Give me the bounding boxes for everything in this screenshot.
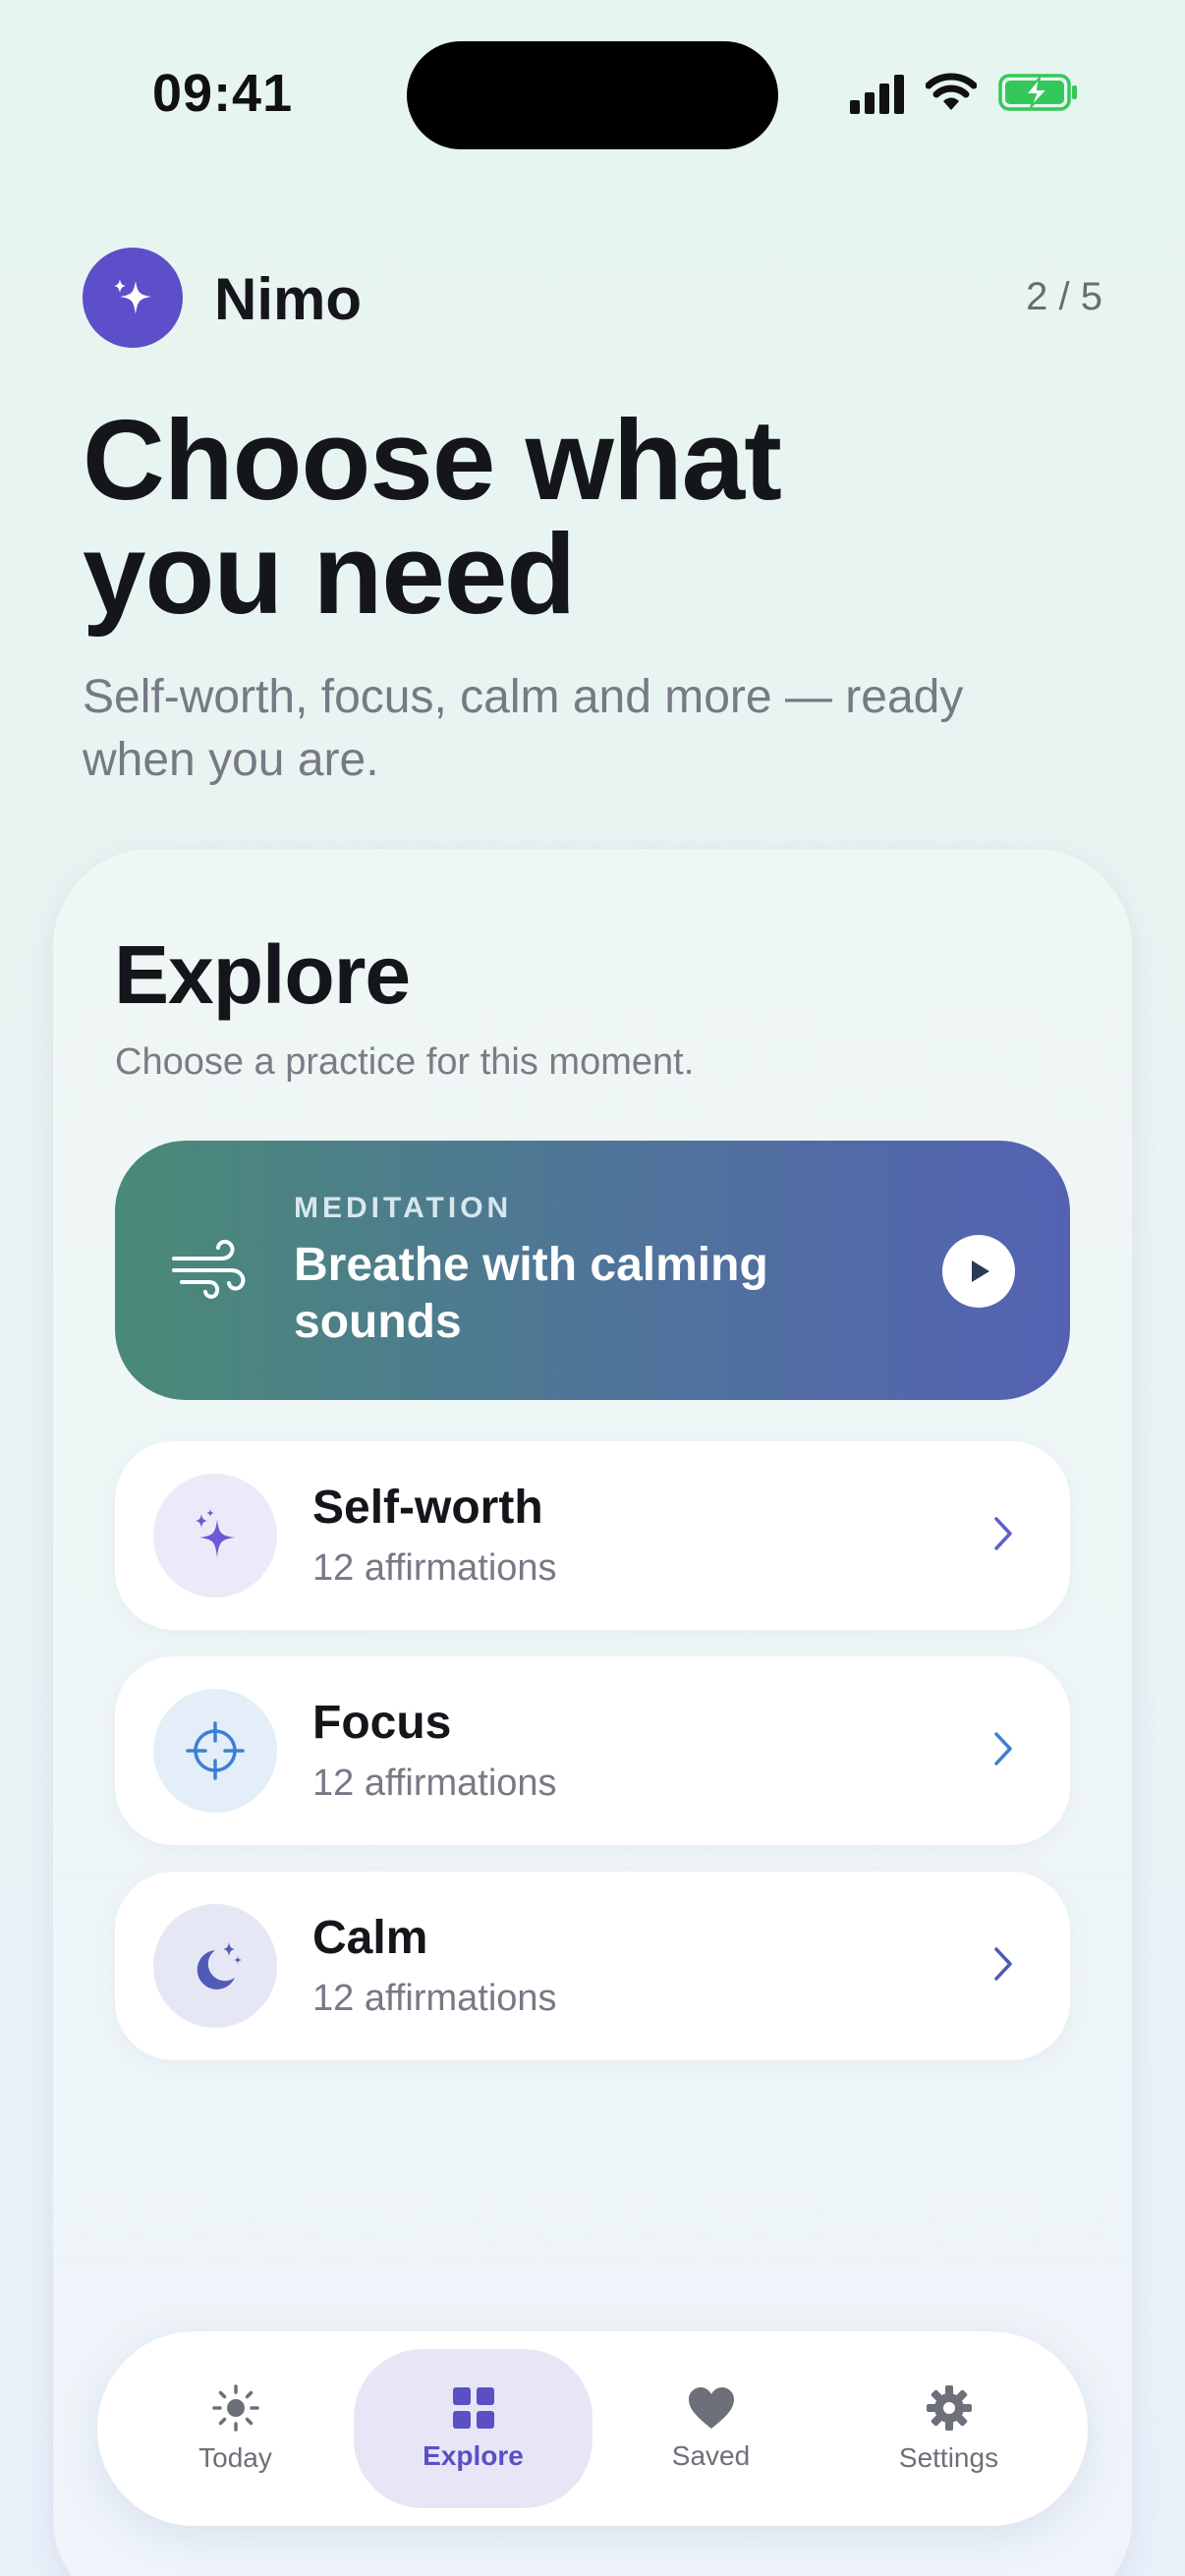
signal-icon <box>850 71 904 114</box>
wind-icon <box>170 1235 249 1309</box>
explore-subtitle: Choose a practice for this moment. <box>115 1041 695 1083</box>
category-icon-circle <box>153 1474 277 1597</box>
explore-title: Explore <box>114 928 411 1021</box>
category-focus[interactable]: Focus 12 affirmations <box>115 1656 1070 1845</box>
chevron-right-icon <box>994 1732 1012 1765</box>
meditation-title: Breathe with calming sounds <box>294 1239 768 1348</box>
app-name: Nimo <box>214 266 362 332</box>
category-count: 12 affirmations <box>312 1763 557 1804</box>
app-logo <box>83 248 183 348</box>
page-title-line-2: you need <box>83 510 576 638</box>
crosshair-icon <box>186 1721 245 1780</box>
page-subtitle: Self-worth, focus, calm and more — ready… <box>83 671 964 786</box>
sparkles-icon <box>114 279 151 314</box>
tab-label: Today <box>198 2442 272 2473</box>
category-calm[interactable]: Calm 12 affirmations <box>115 1872 1070 2060</box>
tab-label: Settings <box>898 2442 999 2473</box>
grid-icon <box>452 2387 494 2429</box>
tab-explore[interactable]: Explore <box>354 2349 592 2508</box>
dynamic-island <box>407 41 778 149</box>
sun-icon <box>211 2384 259 2432</box>
featured-meditation-card[interactable]: MEDITATION Breathe with calming sounds <box>115 1141 1070 1400</box>
gear-icon <box>926 2385 972 2431</box>
app-header: Nimo 2 / 5 <box>83 248 1102 348</box>
status-time: 09:41 <box>152 64 294 123</box>
tab-bar: Today Explore Saved Settings <box>97 2331 1088 2526</box>
tab-settings[interactable]: Settings <box>829 2349 1068 2508</box>
category-title: Self-worth <box>312 1482 543 1534</box>
play-button[interactable] <box>942 1235 1015 1308</box>
explore-preview-card: Explore Choose a practice for this momen… <box>53 849 1132 2576</box>
category-count: 12 affirmations <box>312 1547 557 1589</box>
category-title: Focus <box>312 1697 452 1749</box>
play-icon <box>972 1260 989 1282</box>
category-count: 12 affirmations <box>312 1978 557 2019</box>
status-bar: 09:41 <box>0 0 1185 187</box>
chevron-right-icon <box>994 1517 1012 1550</box>
tab-today[interactable]: Today <box>116 2349 355 2508</box>
page-title: Choose what you need <box>83 403 1065 631</box>
tab-label: Saved <box>671 2440 751 2471</box>
moon-stars-icon <box>197 1942 242 1989</box>
chevron-right-icon <box>994 1947 1012 1981</box>
status-icons <box>850 71 1079 114</box>
tab-saved[interactable]: Saved <box>592 2349 830 2508</box>
category-self-worth[interactable]: Self-worth 12 affirmations <box>115 1441 1070 1630</box>
tab-label: Explore <box>423 2440 524 2471</box>
step-indicator: 2 / 5 <box>1026 275 1102 318</box>
heart-icon <box>688 2387 734 2429</box>
battery-charging-icon <box>998 73 1079 112</box>
category-title: Calm <box>312 1912 428 1964</box>
wifi-icon <box>926 73 977 112</box>
category-icon-circle <box>153 1904 277 2028</box>
sparkles-icon <box>196 1509 235 1557</box>
meditation-label: MEDITATION <box>294 1192 513 1224</box>
page-title-line-1: Choose what <box>83 396 782 524</box>
category-icon-circle <box>153 1689 277 1813</box>
